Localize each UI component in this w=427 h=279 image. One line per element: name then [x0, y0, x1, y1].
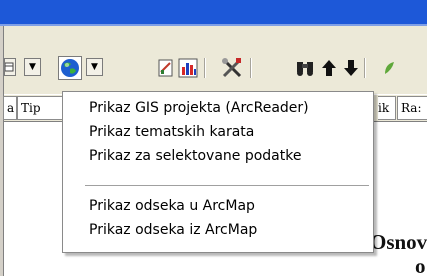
- tab-label: Ra:: [401, 101, 422, 115]
- leaf-icon: [385, 62, 394, 74]
- document-heading-fragment: Osnov: [370, 230, 427, 254]
- move-down-button[interactable]: [342, 58, 360, 78]
- tab-label: Tip: [21, 101, 41, 115]
- chart-button[interactable]: [178, 58, 198, 78]
- window-icon: [4, 62, 14, 72]
- menu-separator: [85, 185, 369, 186]
- tab-0[interactable]: a: [3, 96, 17, 120]
- move-up-button[interactable]: [320, 58, 338, 78]
- toolbar-separator: [204, 58, 206, 78]
- binoculars-icon: [297, 62, 313, 76]
- arrow-down-icon: [344, 60, 358, 76]
- dropdown-arrow-icon: ▼: [29, 62, 36, 72]
- tab-label: ik: [378, 101, 390, 115]
- globe-dropdown-arrow[interactable]: ▼: [86, 58, 103, 76]
- report-icon: [158, 59, 173, 77]
- globe-icon: [61, 59, 79, 77]
- window-title-bar: [0, 0, 427, 24]
- menu-item-section-in-arcmap[interactable]: Prikaz odseka u ArcMap: [89, 195, 369, 217]
- menu-item-arcreader-project[interactable]: Prikaz GIS projekta (ArcReader): [89, 97, 369, 119]
- tab-ras[interactable]: Ra:: [397, 96, 427, 120]
- document-text-fragment: o: [415, 254, 426, 278]
- tools-button[interactable]: [220, 56, 244, 80]
- tab-label: a: [7, 101, 15, 115]
- menu-item-thematic-maps[interactable]: Prikaz tematskih karata: [89, 121, 369, 143]
- bar-chart-icon: [178, 58, 198, 78]
- globe-button[interactable]: [58, 56, 82, 80]
- tools-icon: [222, 58, 242, 78]
- dropdown-arrow-button[interactable]: ▼: [24, 58, 41, 76]
- toolbar: ▼ ▼: [4, 26, 427, 94]
- menu-item-section-from-arcmap[interactable]: Prikaz odseka iz ArcMap: [89, 219, 369, 241]
- menu-item-selected-data[interactable]: Prikaz za selektovane podatke: [89, 145, 369, 167]
- tab-ik[interactable]: ik: [378, 96, 396, 120]
- dropdown-arrow-icon: ▼: [91, 62, 98, 72]
- toolbar-button-partial-right[interactable]: [382, 58, 396, 78]
- arrow-up-icon: [322, 60, 336, 76]
- globe-dropdown-menu: Prikaz GIS projekta (ArcReader) Prikaz t…: [62, 91, 374, 253]
- toolbar-separator: [250, 58, 252, 78]
- toolbar-separator: [364, 58, 366, 78]
- tab-tip[interactable]: Tip: [17, 96, 67, 120]
- report-button[interactable]: [156, 58, 176, 78]
- toolbar-button-partial[interactable]: [4, 58, 16, 76]
- find-button[interactable]: [294, 58, 316, 78]
